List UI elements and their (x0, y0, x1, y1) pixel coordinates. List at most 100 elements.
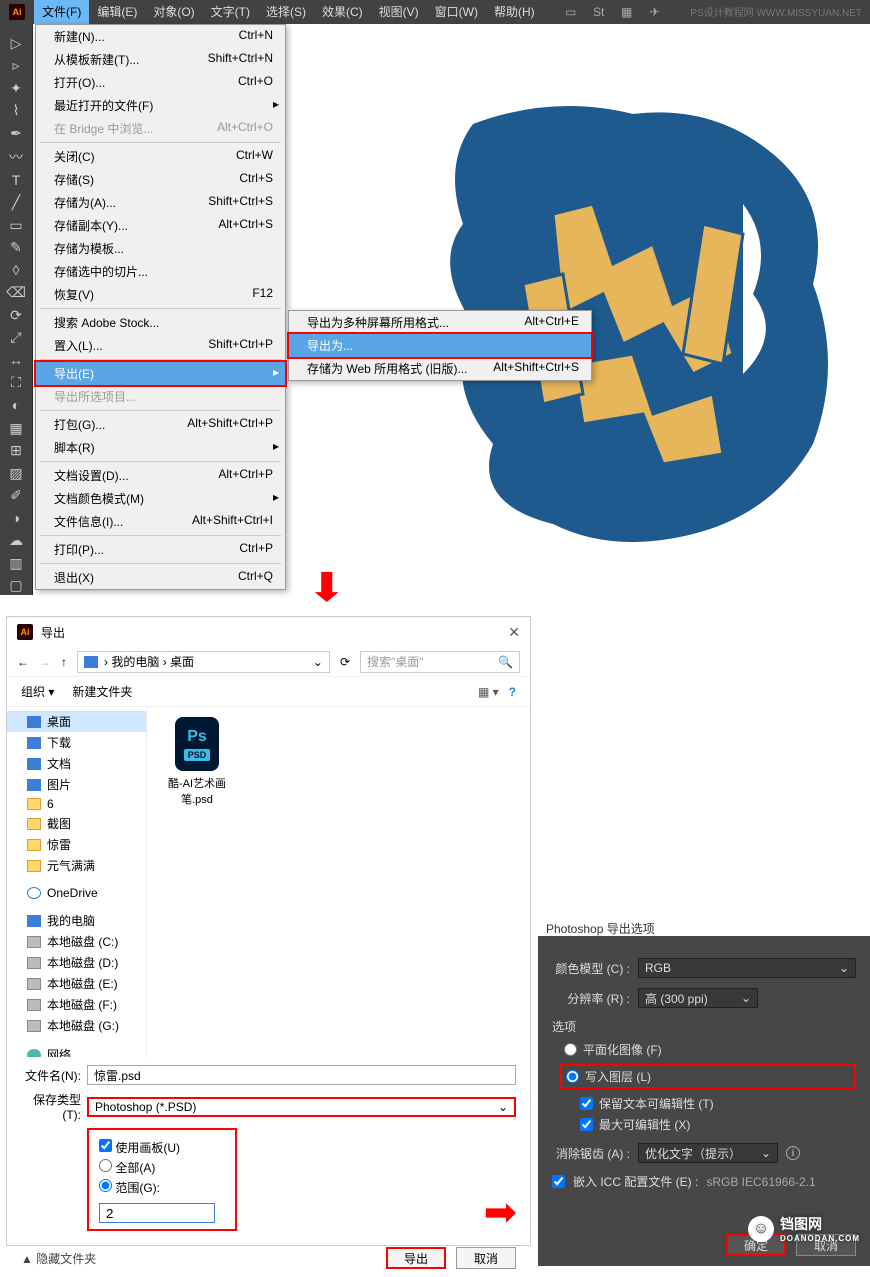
range-input[interactable] (99, 1203, 215, 1223)
menu-item[interactable]: 退出(X)Ctrl+Q (36, 566, 285, 589)
export-button[interactable]: 导出 (386, 1247, 446, 1269)
tree-item[interactable]: 6 (7, 795, 146, 813)
organize-button[interactable]: 组织 ▾ (21, 683, 54, 700)
perspective-tool[interactable]: ▦ (5, 419, 27, 438)
tree-item[interactable]: 网络 (7, 1044, 146, 1057)
menu-item[interactable]: 置入(L)...Shift+Ctrl+P (36, 334, 285, 357)
view-icon[interactable]: ▦ ▾ (478, 685, 499, 699)
shaper-tool[interactable]: ◊ (5, 261, 27, 280)
pen-tool[interactable]: ✒ (5, 124, 27, 143)
tree-item[interactable]: OneDrive (7, 884, 146, 902)
search-input[interactable]: 搜索"桌面" 🔍 (360, 651, 520, 673)
tree-item[interactable]: 惊雷 (7, 834, 146, 855)
menu-item[interactable]: 打印(P)...Ctrl+P (36, 538, 285, 561)
menu-edit[interactable]: 编辑(E) (89, 0, 145, 24)
tree-item[interactable]: 本地磁盘 (F:) (7, 994, 146, 1015)
menu-item[interactable]: 存储选中的切片... (36, 260, 285, 283)
menu-item[interactable]: 文档设置(D)...Alt+Ctrl+P (36, 464, 285, 487)
range-radio[interactable] (99, 1179, 112, 1192)
menu-help[interactable]: 帮助(H) (486, 0, 543, 24)
layers-radio[interactable] (566, 1070, 579, 1083)
menu-window[interactable]: 窗口(W) (427, 0, 486, 24)
menu-effect[interactable]: 效果(C) (314, 0, 371, 24)
menu-item[interactable]: 存储(S)Ctrl+S (36, 168, 285, 191)
gradient-tool[interactable]: ▨ (5, 464, 27, 483)
menu-item[interactable]: 脚本(R) (36, 436, 285, 459)
newfolder-button[interactable]: 新建文件夹 (72, 683, 132, 700)
gpu-icon[interactable]: ✈ (647, 4, 663, 20)
curvature-tool[interactable]: 〰 (5, 147, 27, 167)
menu-item[interactable]: 在 Bridge 中浏览...Alt+Ctrl+O (36, 117, 285, 140)
graph-tool[interactable]: ▥ (5, 554, 27, 573)
tree-item[interactable]: 元气满满 (7, 855, 146, 876)
symbol-tool[interactable]: ☁ (5, 531, 27, 550)
menu-object[interactable]: 对象(O) (145, 0, 202, 24)
menu-item[interactable]: 文档颜色模式(M) (36, 487, 285, 510)
tree-item[interactable]: 文档 (7, 753, 146, 774)
savetype-select[interactable]: Photoshop (*.PSD)⌄ (87, 1097, 516, 1117)
menu-item[interactable]: 最近打开的文件(F) (36, 94, 285, 117)
nav-back-icon[interactable]: ← (17, 655, 29, 669)
arrange-icon[interactable]: ▦ (619, 4, 635, 20)
type-tool[interactable]: T (5, 171, 27, 190)
menu-item[interactable]: 导出所选项目... (36, 385, 285, 408)
artboard-tool[interactable]: ▢ (5, 577, 27, 596)
menu-text[interactable]: 文字(T) (203, 0, 258, 24)
direct-select-tool[interactable]: ▹ (5, 57, 27, 76)
selection-tool[interactable]: ▷ (5, 34, 27, 53)
rotate-tool[interactable]: ⟳ (5, 306, 27, 325)
menu-item[interactable]: 关闭(C)Ctrl+W (36, 145, 285, 168)
tree-item[interactable]: 本地磁盘 (D:) (7, 952, 146, 973)
menu-view[interactable]: 视图(V) (371, 0, 427, 24)
eyedropper-tool[interactable]: ✐ (5, 486, 27, 505)
menu-item[interactable]: 存储为(A)...Shift+Ctrl+S (36, 191, 285, 214)
resolution-select[interactable]: 高 (300 ppi)⌄ (638, 988, 758, 1008)
preserve-text-check[interactable] (580, 1097, 593, 1110)
cancel-button[interactable]: 取消 (456, 1247, 516, 1269)
nav-up-icon[interactable]: ↑ (61, 655, 67, 669)
file-list[interactable]: PsPSD 酷-AI艺术画笔.psd (147, 707, 530, 1057)
scale-tool[interactable]: ⤢ (5, 329, 27, 348)
menu-item[interactable]: 恢复(V)F12 (36, 283, 285, 306)
eraser-tool[interactable]: ⌫ (5, 283, 27, 302)
tree-item[interactable]: 图片 (7, 774, 146, 795)
lasso-tool[interactable]: ⌇ (5, 102, 27, 121)
embed-icc-check[interactable] (552, 1175, 565, 1188)
submenu-item[interactable]: 导出为... (287, 332, 593, 359)
submenu-item[interactable]: 导出为多种屏幕所用格式...Alt+Ctrl+E (289, 311, 591, 334)
help-icon[interactable]: ? (509, 685, 516, 699)
line-tool[interactable]: ╱ (5, 193, 27, 212)
menu-item[interactable]: 导出(E) (34, 360, 287, 387)
filename-input[interactable] (87, 1065, 516, 1085)
bridge-icon[interactable]: ▭ (563, 4, 579, 20)
tree-item[interactable]: 下载 (7, 732, 146, 753)
width-tool[interactable]: ↔ (5, 351, 27, 370)
stock-icon[interactable]: St (591, 4, 607, 20)
hide-folders-button[interactable]: ▲ 隐藏文件夹 (21, 1250, 96, 1267)
tree-item[interactable]: 本地磁盘 (E:) (7, 973, 146, 994)
info-icon[interactable]: i (786, 1146, 800, 1160)
max-edit-check[interactable] (580, 1118, 593, 1131)
refresh-icon[interactable]: ⟳ (340, 655, 350, 669)
color-model-select[interactable]: RGB⌄ (638, 958, 856, 978)
nav-fwd-icon[interactable]: → (39, 655, 51, 669)
close-icon[interactable]: ✕ (508, 624, 520, 641)
menu-select[interactable]: 选择(S) (258, 0, 314, 24)
brush-tool[interactable]: ✎ (5, 238, 27, 257)
shape-builder-tool[interactable]: ◐ (5, 396, 27, 415)
menu-item[interactable]: 从模板新建(T)...Shift+Ctrl+N (36, 48, 285, 71)
tree-item[interactable]: 截图 (7, 813, 146, 834)
menu-item[interactable]: 打开(O)...Ctrl+O (36, 71, 285, 94)
rectangle-tool[interactable]: ▭ (5, 216, 27, 235)
menu-item[interactable]: 新建(N)...Ctrl+N (36, 25, 285, 48)
use-artboard-check[interactable] (99, 1139, 112, 1152)
blend-tool[interactable]: ◑ (5, 509, 27, 528)
menu-item[interactable]: 存储副本(Y)...Alt+Ctrl+S (36, 214, 285, 237)
folder-tree[interactable]: 桌面下载文档图片6截图惊雷元气满满OneDrive我的电脑本地磁盘 (C:)本地… (7, 707, 147, 1057)
mesh-tool[interactable]: ⊞ (5, 441, 27, 460)
breadcrumb[interactable]: › 我的电脑 › 桌面 (104, 653, 194, 670)
all-radio[interactable] (99, 1159, 112, 1172)
tree-item[interactable]: 桌面 (7, 711, 146, 732)
file-item[interactable]: PsPSD 酷-AI艺术画笔.psd (157, 717, 237, 807)
menu-item[interactable]: 搜索 Adobe Stock... (36, 311, 285, 334)
